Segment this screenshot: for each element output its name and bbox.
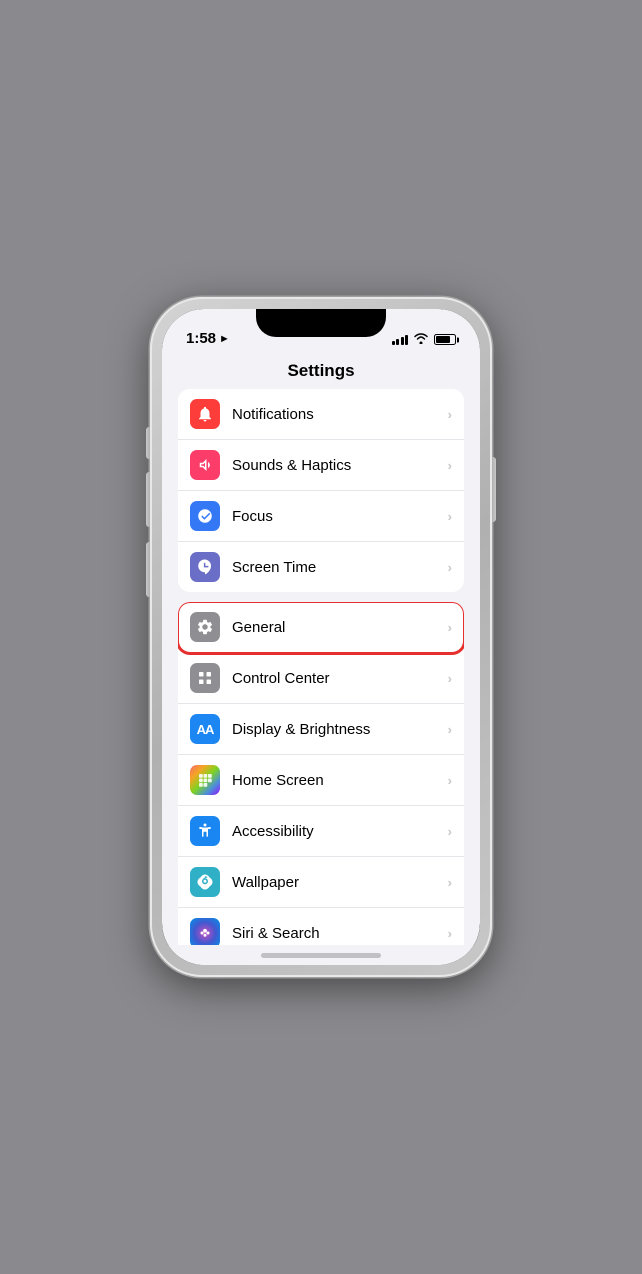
status-time: 1:58 ► — [186, 330, 230, 347]
siri-label: Siri & Search — [232, 925, 448, 942]
focus-label: Focus — [232, 508, 448, 525]
accessibility-label: Accessibility — [232, 823, 448, 840]
settings-row-screen-time[interactable]: Screen Time › — [178, 542, 464, 592]
home-screen-chevron: › — [448, 773, 452, 788]
wifi-icon — [413, 332, 429, 347]
home-screen-label: Home Screen — [232, 772, 448, 789]
home-bar — [162, 945, 480, 965]
home-indicator — [261, 953, 381, 958]
screen-time-chevron: › — [448, 560, 452, 575]
wallpaper-label: Wallpaper — [232, 874, 448, 891]
settings-row-general[interactable]: General › — [178, 602, 464, 653]
notifications-label: Notifications — [232, 406, 448, 423]
wallpaper-chevron: › — [448, 875, 452, 890]
location-icon: ► — [219, 333, 230, 345]
siri-icon — [190, 918, 220, 945]
wallpaper-icon — [190, 867, 220, 897]
general-chevron: › — [448, 620, 452, 635]
sounds-label: Sounds & Haptics — [232, 457, 448, 474]
control-center-chevron: › — [448, 671, 452, 686]
notifications-chevron: › — [448, 407, 452, 422]
volume-down-button — [146, 542, 150, 597]
status-icons — [392, 332, 457, 347]
display-chevron: › — [448, 722, 452, 737]
accessibility-chevron: › — [448, 824, 452, 839]
section-general: General › Control Center — [178, 602, 464, 945]
settings-row-sounds[interactable]: Sounds & Haptics › — [178, 440, 464, 491]
status-bar: 1:58 ► — [162, 309, 480, 353]
screen-content: 1:58 ► — [162, 309, 480, 965]
settings-row-accessibility[interactable]: Accessibility › — [178, 806, 464, 857]
focus-chevron: › — [448, 509, 452, 524]
settings-row-display[interactable]: AA Display & Brightness › — [178, 704, 464, 755]
notch — [256, 309, 386, 337]
settings-row-control-center[interactable]: Control Center › — [178, 653, 464, 704]
phone-screen: 1:58 ► — [162, 309, 480, 965]
volume-up-button — [146, 472, 150, 527]
mute-button — [146, 427, 150, 459]
phone-frame: 1:58 ► — [150, 297, 492, 977]
settings-row-focus[interactable]: Focus › — [178, 491, 464, 542]
home-screen-icon — [190, 765, 220, 795]
settings-row-siri[interactable]: Siri & Search › — [178, 908, 464, 945]
sounds-chevron: › — [448, 458, 452, 473]
control-center-icon — [190, 663, 220, 693]
settings-list[interactable]: Notifications › Sounds & Haptics › — [162, 389, 480, 945]
screen-time-icon — [190, 552, 220, 582]
display-icon: AA — [190, 714, 220, 744]
screen-time-label: Screen Time — [232, 559, 448, 576]
focus-icon — [190, 501, 220, 531]
signal-icon — [392, 335, 409, 345]
general-label: General — [232, 619, 448, 636]
settings-row-home-screen[interactable]: Home Screen › — [178, 755, 464, 806]
display-label: Display & Brightness — [232, 721, 448, 738]
settings-row-notifications[interactable]: Notifications › — [178, 389, 464, 440]
sounds-icon — [190, 450, 220, 480]
power-button — [492, 457, 496, 522]
settings-row-wallpaper[interactable]: Wallpaper › — [178, 857, 464, 908]
notifications-icon — [190, 399, 220, 429]
accessibility-icon — [190, 816, 220, 846]
siri-chevron: › — [448, 926, 452, 941]
section-notifications: Notifications › Sounds & Haptics › — [178, 389, 464, 592]
battery-status-icon — [434, 334, 456, 345]
general-icon — [190, 612, 220, 642]
control-center-label: Control Center — [232, 670, 448, 687]
page-title: Settings — [287, 361, 354, 380]
navigation-bar: Settings — [162, 353, 480, 389]
